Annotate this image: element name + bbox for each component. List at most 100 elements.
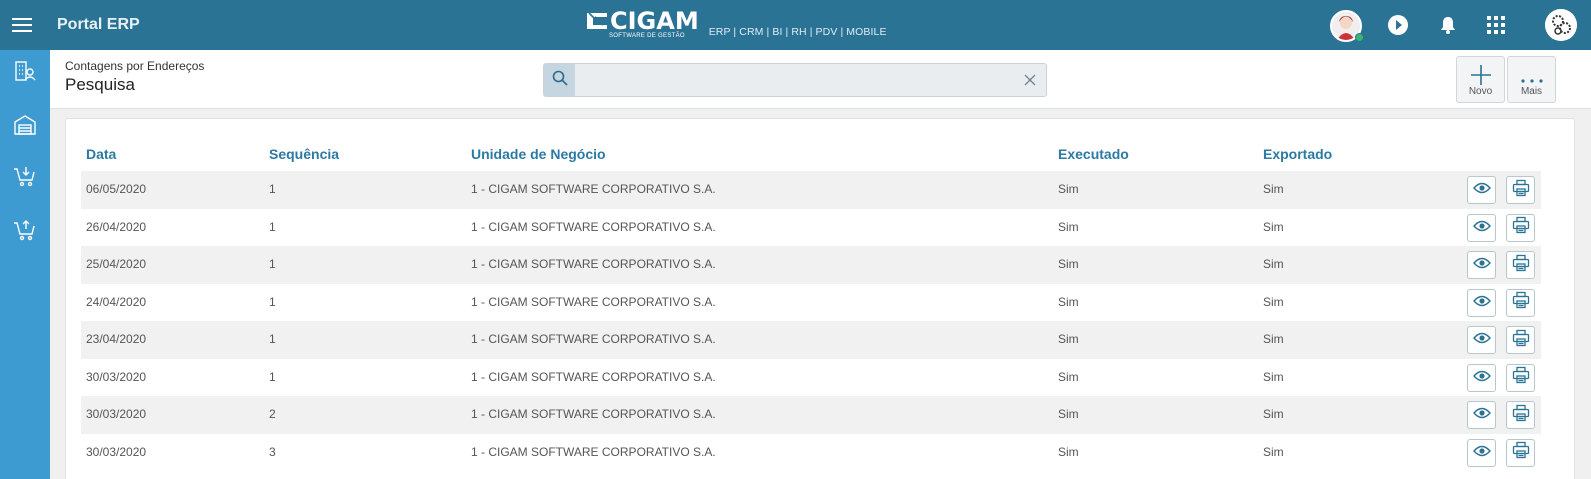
bell-icon[interactable] (1435, 12, 1461, 38)
sidebar-item-cart-out[interactable] (11, 218, 39, 246)
cell-sequence: 1 (269, 182, 276, 196)
print-button[interactable] (1506, 288, 1535, 317)
view-button[interactable] (1467, 438, 1496, 467)
printer-icon (1512, 404, 1530, 427)
print-button[interactable] (1506, 401, 1535, 429)
printer-icon (1512, 254, 1530, 277)
more-button[interactable]: Mais (1507, 56, 1556, 103)
table-row[interactable]: 23/04/2020 1 1 - CIGAM SOFTWARE CORPORATIV… (81, 321, 1541, 359)
cell-date: 26/04/2020 (86, 219, 147, 234)
brand-name: CIGAM (610, 7, 699, 35)
cell-date: 30/03/2020 (86, 444, 147, 459)
view-button[interactable] (1467, 401, 1496, 429)
cell-business-unit: 1 - CIGAM SOFTWARE CORPORATIVO S.A. (471, 444, 716, 459)
warehouse-icon (13, 114, 37, 141)
cell-exported: Sim (1263, 444, 1284, 459)
view-button[interactable] (1467, 251, 1496, 279)
cell-sequence: 1 (269, 257, 276, 271)
cell-executed: Sim (1058, 444, 1079, 459)
brand-products: ERP | CRM | BI | RH | PDV | MOBILE (708, 26, 887, 38)
column-header-business-unit[interactable]: Unidade de Negócio (471, 146, 606, 162)
page-title: Pesquisa (65, 75, 135, 94)
table-row[interactable]: 25/04/2020 1 1 - CIGAM SOFTWARE CORPORATIV… (81, 246, 1541, 284)
new-button-label: Novo (1468, 86, 1493, 97)
eye-icon (1472, 294, 1491, 312)
view-button[interactable] (1467, 288, 1496, 317)
search-button[interactable] (544, 64, 575, 96)
app-title: Portal ERP (57, 16, 140, 33)
column-header-date[interactable]: Data (86, 146, 116, 162)
printer-icon (1512, 216, 1530, 239)
view-button[interactable] (1467, 326, 1496, 354)
printer-icon (1512, 329, 1530, 352)
apps-grid-icon[interactable] (1483, 12, 1509, 38)
print-button[interactable] (1506, 438, 1535, 467)
cell-date: 23/04/2020 (86, 332, 147, 346)
eye-icon (1472, 256, 1491, 274)
search-box (543, 63, 1047, 97)
cell-exported: Sim (1263, 182, 1284, 196)
view-button[interactable] (1467, 363, 1496, 392)
print-button[interactable] (1506, 363, 1535, 392)
contacts-building-icon (14, 60, 36, 87)
table-row[interactable]: 26/04/2020 1 1 - CIGAM SOFTWARE CORPORATIV… (81, 209, 1541, 247)
cigam-mark-icon (585, 10, 609, 32)
print-button[interactable] (1506, 176, 1535, 204)
print-button[interactable] (1506, 213, 1535, 242)
cell-executed: Sim (1058, 332, 1079, 346)
cell-executed: Sim (1058, 219, 1079, 234)
cell-business-unit: 1 - CIGAM SOFTWARE CORPORATIVO S.A. (471, 294, 716, 309)
cell-executed: Sim (1058, 257, 1079, 271)
table-row[interactable]: 30/03/2020 1 1 - CIGAM SOFTWARE CORPORATIV… (81, 359, 1541, 397)
sidebar-item-contacts[interactable] (11, 59, 39, 87)
cell-date: 25/04/2020 (86, 257, 147, 271)
play-icon[interactable] (1385, 12, 1411, 38)
company-logo[interactable] (1545, 9, 1577, 41)
new-button[interactable]: Novo (1456, 56, 1505, 103)
sidebar-item-warehouse[interactable] (11, 113, 39, 141)
printer-icon (1512, 366, 1530, 389)
cart-download-icon (13, 165, 37, 192)
table-row[interactable]: 06/05/2020 1 1 - CIGAM SOFTWARE CORPORATIV… (81, 171, 1541, 209)
close-icon[interactable] (1024, 73, 1038, 87)
cell-business-unit: 1 - CIGAM SOFTWARE CORPORATIVO S.A. (471, 407, 716, 421)
cell-exported: Sim (1263, 257, 1284, 271)
page-header: Contagens por Endereços Pesquisa Novo Ma… (50, 50, 1591, 109)
cell-sequence: 1 (269, 219, 276, 234)
table-row[interactable]: 30/03/2020 2 1 - CIGAM SOFTWARE CORPORATIV… (81, 396, 1541, 434)
cell-business-unit: 1 - CIGAM SOFTWARE CORPORATIVO S.A. (471, 332, 716, 346)
cell-date: 24/04/2020 (86, 294, 147, 309)
breadcrumb[interactable]: Contagens por Endereços (65, 59, 204, 73)
table-row[interactable]: 24/04/2020 1 1 - CIGAM SOFTWARE CORPORATIV… (81, 284, 1541, 322)
sidebar-item-cart-in[interactable] (11, 164, 39, 192)
printer-icon (1512, 291, 1530, 314)
cell-sequence: 3 (269, 444, 276, 459)
online-status-icon (1355, 33, 1364, 42)
print-button[interactable] (1506, 251, 1535, 279)
view-button[interactable] (1467, 213, 1496, 242)
menu-icon[interactable] (12, 14, 32, 36)
top-bar: Portal ERP CIGAM SOFTWARE DE GESTÃO ERP … (0, 0, 1591, 50)
search-input[interactable] (576, 64, 1006, 96)
printer-icon (1512, 179, 1530, 202)
column-header-exported[interactable]: Exportado (1263, 146, 1332, 162)
cell-date: 30/03/2020 (86, 369, 147, 384)
search-icon (552, 70, 568, 91)
cell-sequence: 1 (269, 369, 276, 384)
view-button[interactable] (1467, 176, 1496, 204)
table-header: Data Sequência Unidade de Negócio Execut… (81, 141, 1561, 171)
column-header-sequence[interactable]: Sequência (269, 146, 339, 162)
printer-icon (1512, 441, 1530, 464)
cell-business-unit: 1 - CIGAM SOFTWARE CORPORATIVO S.A. (471, 219, 716, 234)
cell-date: 30/03/2020 (86, 407, 147, 421)
cell-date: 06/05/2020 (86, 182, 147, 196)
cell-business-unit: 1 - CIGAM SOFTWARE CORPORATIVO S.A. (471, 257, 716, 271)
cell-sequence: 1 (269, 332, 276, 346)
cell-executed: Sim (1058, 294, 1079, 309)
table-row[interactable]: 30/03/2020 3 1 - CIGAM SOFTWARE CORPORATIV… (81, 434, 1541, 472)
cell-exported: Sim (1263, 369, 1284, 384)
print-button[interactable] (1506, 326, 1535, 354)
column-header-executed[interactable]: Executado (1058, 146, 1129, 162)
more-button-label: Mais (1520, 86, 1543, 97)
cell-executed: Sim (1058, 182, 1079, 196)
